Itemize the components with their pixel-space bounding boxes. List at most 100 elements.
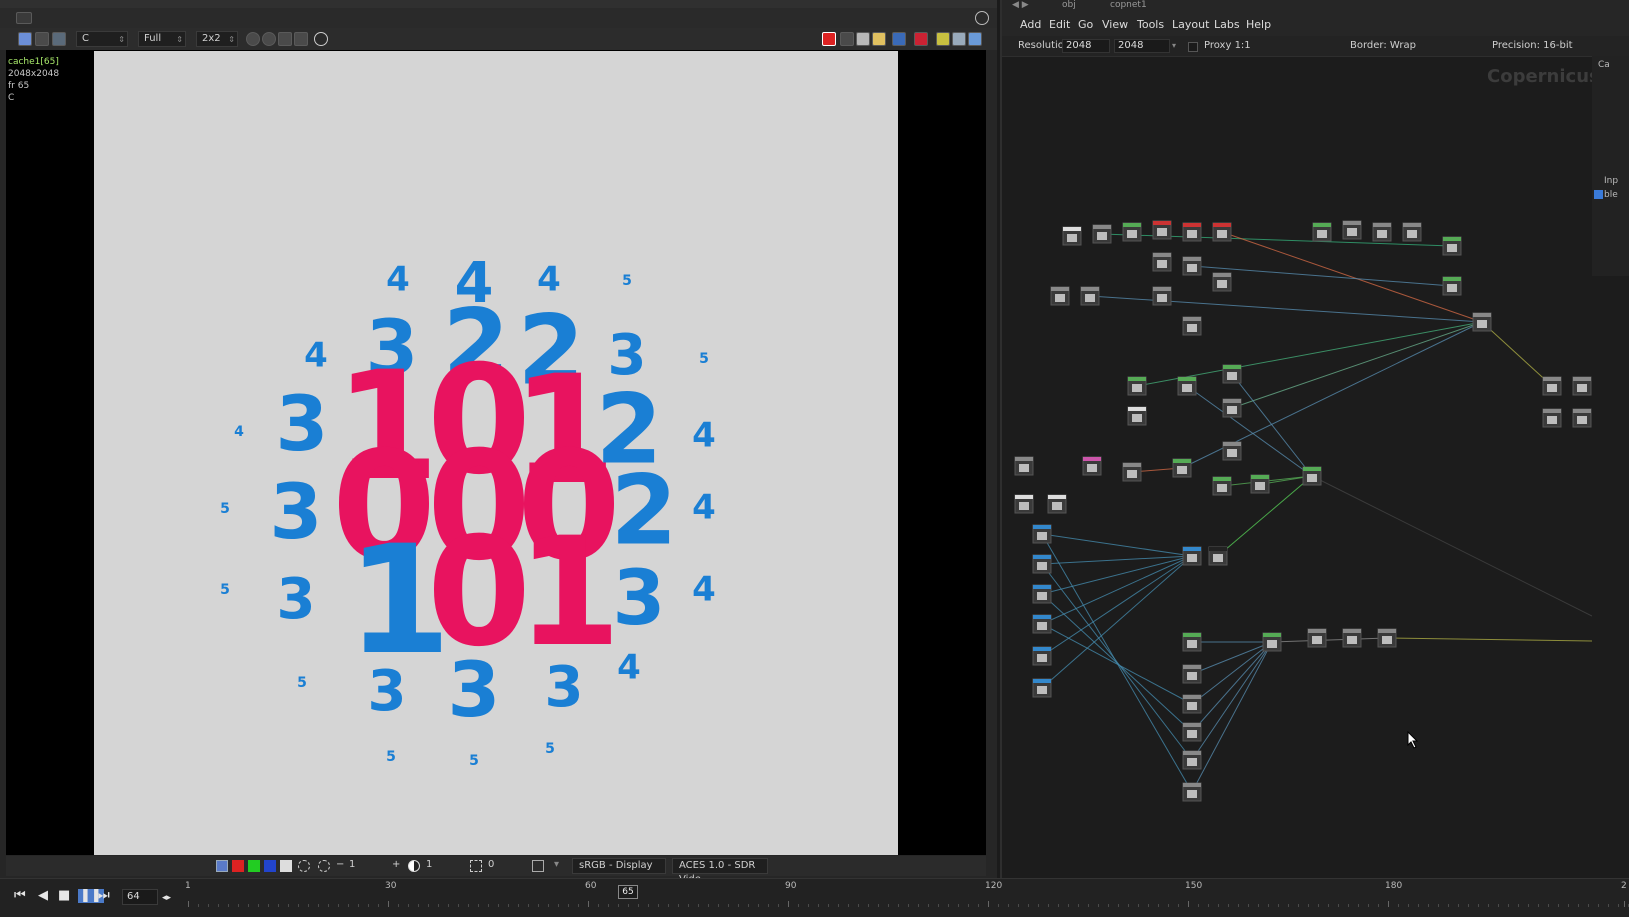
current-frame-field[interactable]: 64 bbox=[122, 889, 158, 905]
rgb-channel-icon[interactable] bbox=[216, 860, 228, 872]
chevron-down-icon[interactable]: ▾ bbox=[1172, 41, 1176, 50]
menu-edit[interactable]: Edit bbox=[1049, 18, 1070, 31]
graph-node[interactable] bbox=[1122, 462, 1142, 482]
graph-node[interactable] bbox=[1082, 456, 1102, 476]
exposure-value[interactable]: 1 bbox=[349, 859, 355, 870]
graph-node[interactable] bbox=[1342, 628, 1362, 648]
graph-node[interactable] bbox=[1182, 546, 1202, 566]
help-icon[interactable] bbox=[975, 11, 989, 25]
home-icon[interactable] bbox=[278, 32, 292, 46]
timeline-ruler[interactable]: 1 30 60 90 120 150 180 2 65 bbox=[185, 879, 1629, 917]
checker-icon[interactable] bbox=[936, 32, 950, 46]
menu-help[interactable]: Help bbox=[1246, 18, 1271, 31]
display-select[interactable]: sRGB - Display bbox=[572, 858, 666, 874]
menu-go[interactable]: Go bbox=[1078, 18, 1093, 31]
graph-node[interactable] bbox=[1212, 222, 1232, 242]
graph-node[interactable] bbox=[1402, 222, 1422, 242]
graph-node[interactable] bbox=[1222, 398, 1242, 418]
graph-node[interactable] bbox=[1250, 474, 1270, 494]
graph-node[interactable] bbox=[1182, 222, 1202, 242]
graph-node[interactable] bbox=[1032, 646, 1052, 666]
graph-node[interactable] bbox=[1127, 376, 1147, 396]
sampling-select[interactable]: 2x2 ⇕ bbox=[196, 31, 238, 47]
graph-node[interactable] bbox=[1050, 286, 1070, 306]
graph-node[interactable] bbox=[1472, 312, 1492, 332]
graph-node[interactable] bbox=[1032, 584, 1052, 604]
frame-all-icon[interactable] bbox=[294, 32, 308, 46]
gamma-icon[interactable] bbox=[408, 860, 420, 872]
graph-node[interactable] bbox=[1182, 750, 1202, 770]
menu-labs[interactable]: Labs bbox=[1214, 18, 1240, 31]
back-icon[interactable]: ◀ ▶ bbox=[1012, 0, 1029, 10]
node-graph[interactable] bbox=[1002, 56, 1592, 878]
graph-node[interactable] bbox=[1152, 220, 1172, 240]
graph-node[interactable] bbox=[1442, 236, 1462, 256]
menu-add[interactable]: Add bbox=[1020, 18, 1041, 31]
graph-node[interactable] bbox=[1047, 494, 1067, 514]
blue-channel-icon[interactable] bbox=[264, 860, 276, 872]
precision-label[interactable]: Precision: 16-bit bbox=[1492, 40, 1573, 51]
label-icon[interactable] bbox=[872, 32, 886, 46]
graph-node[interactable] bbox=[1032, 678, 1052, 698]
graph-node[interactable] bbox=[1177, 376, 1197, 396]
rendered-image[interactable]: 444543223543101245300024531013453334555 bbox=[94, 51, 898, 855]
offset-icon[interactable] bbox=[470, 860, 482, 872]
graph-node[interactable] bbox=[1182, 694, 1202, 714]
graph-node[interactable] bbox=[1062, 226, 1082, 246]
zoom-out-icon[interactable] bbox=[262, 32, 276, 46]
graph-node[interactable] bbox=[1377, 628, 1397, 648]
gamma-value[interactable]: 1 bbox=[426, 859, 432, 870]
green-channel-icon[interactable] bbox=[248, 860, 260, 872]
step-frame-icon[interactable]: ◂▸ bbox=[162, 891, 171, 905]
viewer-mode-icon[interactable] bbox=[18, 32, 32, 46]
graph-node[interactable] bbox=[1222, 364, 1242, 384]
plus-icon[interactable]: + bbox=[392, 859, 400, 870]
red-channel-icon[interactable] bbox=[232, 860, 244, 872]
graph-node[interactable] bbox=[1222, 441, 1242, 461]
stop-icon[interactable]: ■ bbox=[58, 889, 70, 903]
proxy-checkbox[interactable] bbox=[1188, 42, 1198, 52]
jump-start-icon[interactable]: ⏮ bbox=[14, 889, 26, 903]
graph-node[interactable] bbox=[1542, 376, 1562, 396]
graph-node[interactable] bbox=[1182, 782, 1202, 802]
graph-node[interactable] bbox=[1182, 316, 1202, 336]
display-options-icon[interactable] bbox=[52, 32, 66, 46]
graph-node[interactable] bbox=[1262, 632, 1282, 652]
graph-node[interactable] bbox=[1182, 664, 1202, 684]
path-obj[interactable]: obj bbox=[1062, 0, 1076, 10]
graph-node[interactable] bbox=[1212, 476, 1232, 496]
path-node[interactable]: copnet1 bbox=[1110, 0, 1147, 10]
graph-node[interactable] bbox=[1122, 222, 1142, 242]
graph-node[interactable] bbox=[1182, 632, 1202, 652]
menu-layout[interactable]: Layout bbox=[1172, 18, 1209, 31]
exposure-icon[interactable] bbox=[298, 860, 310, 872]
border-label[interactable]: Border: Wrap bbox=[1350, 40, 1416, 51]
grid-icon[interactable] bbox=[952, 32, 966, 46]
split-view-icon[interactable] bbox=[968, 32, 982, 46]
res-x-field[interactable]: 2048 bbox=[1062, 39, 1110, 53]
graph-node[interactable] bbox=[1152, 252, 1172, 272]
menu-view[interactable]: View bbox=[1102, 18, 1128, 31]
brightness-icon[interactable] bbox=[318, 860, 330, 872]
graph-node[interactable] bbox=[1208, 546, 1228, 566]
graph-node[interactable] bbox=[1080, 286, 1100, 306]
graph-node[interactable] bbox=[1572, 408, 1592, 428]
lut-icon[interactable] bbox=[532, 860, 544, 872]
magnet-icon[interactable] bbox=[914, 32, 928, 46]
menu-tools[interactable]: Tools bbox=[1137, 18, 1164, 31]
graph-node[interactable] bbox=[1307, 628, 1327, 648]
graph-node[interactable] bbox=[1442, 276, 1462, 296]
graph-node[interactable] bbox=[1032, 614, 1052, 634]
graph-node[interactable] bbox=[1152, 286, 1172, 306]
graph-node[interactable] bbox=[1312, 222, 1332, 242]
graph-node[interactable] bbox=[1372, 222, 1392, 242]
graph-node[interactable] bbox=[1172, 458, 1192, 478]
graph-node[interactable] bbox=[1212, 272, 1232, 292]
graph-node[interactable] bbox=[1032, 554, 1052, 574]
snapshot-icon[interactable] bbox=[892, 32, 906, 46]
play-reverse-icon[interactable]: ◀ bbox=[38, 889, 48, 903]
minus-icon[interactable]: − bbox=[336, 859, 344, 870]
graph-node[interactable] bbox=[1014, 456, 1034, 476]
res-y-field[interactable]: 2048 bbox=[1114, 39, 1170, 53]
jump-end-icon[interactable]: ⏭ bbox=[98, 889, 110, 903]
